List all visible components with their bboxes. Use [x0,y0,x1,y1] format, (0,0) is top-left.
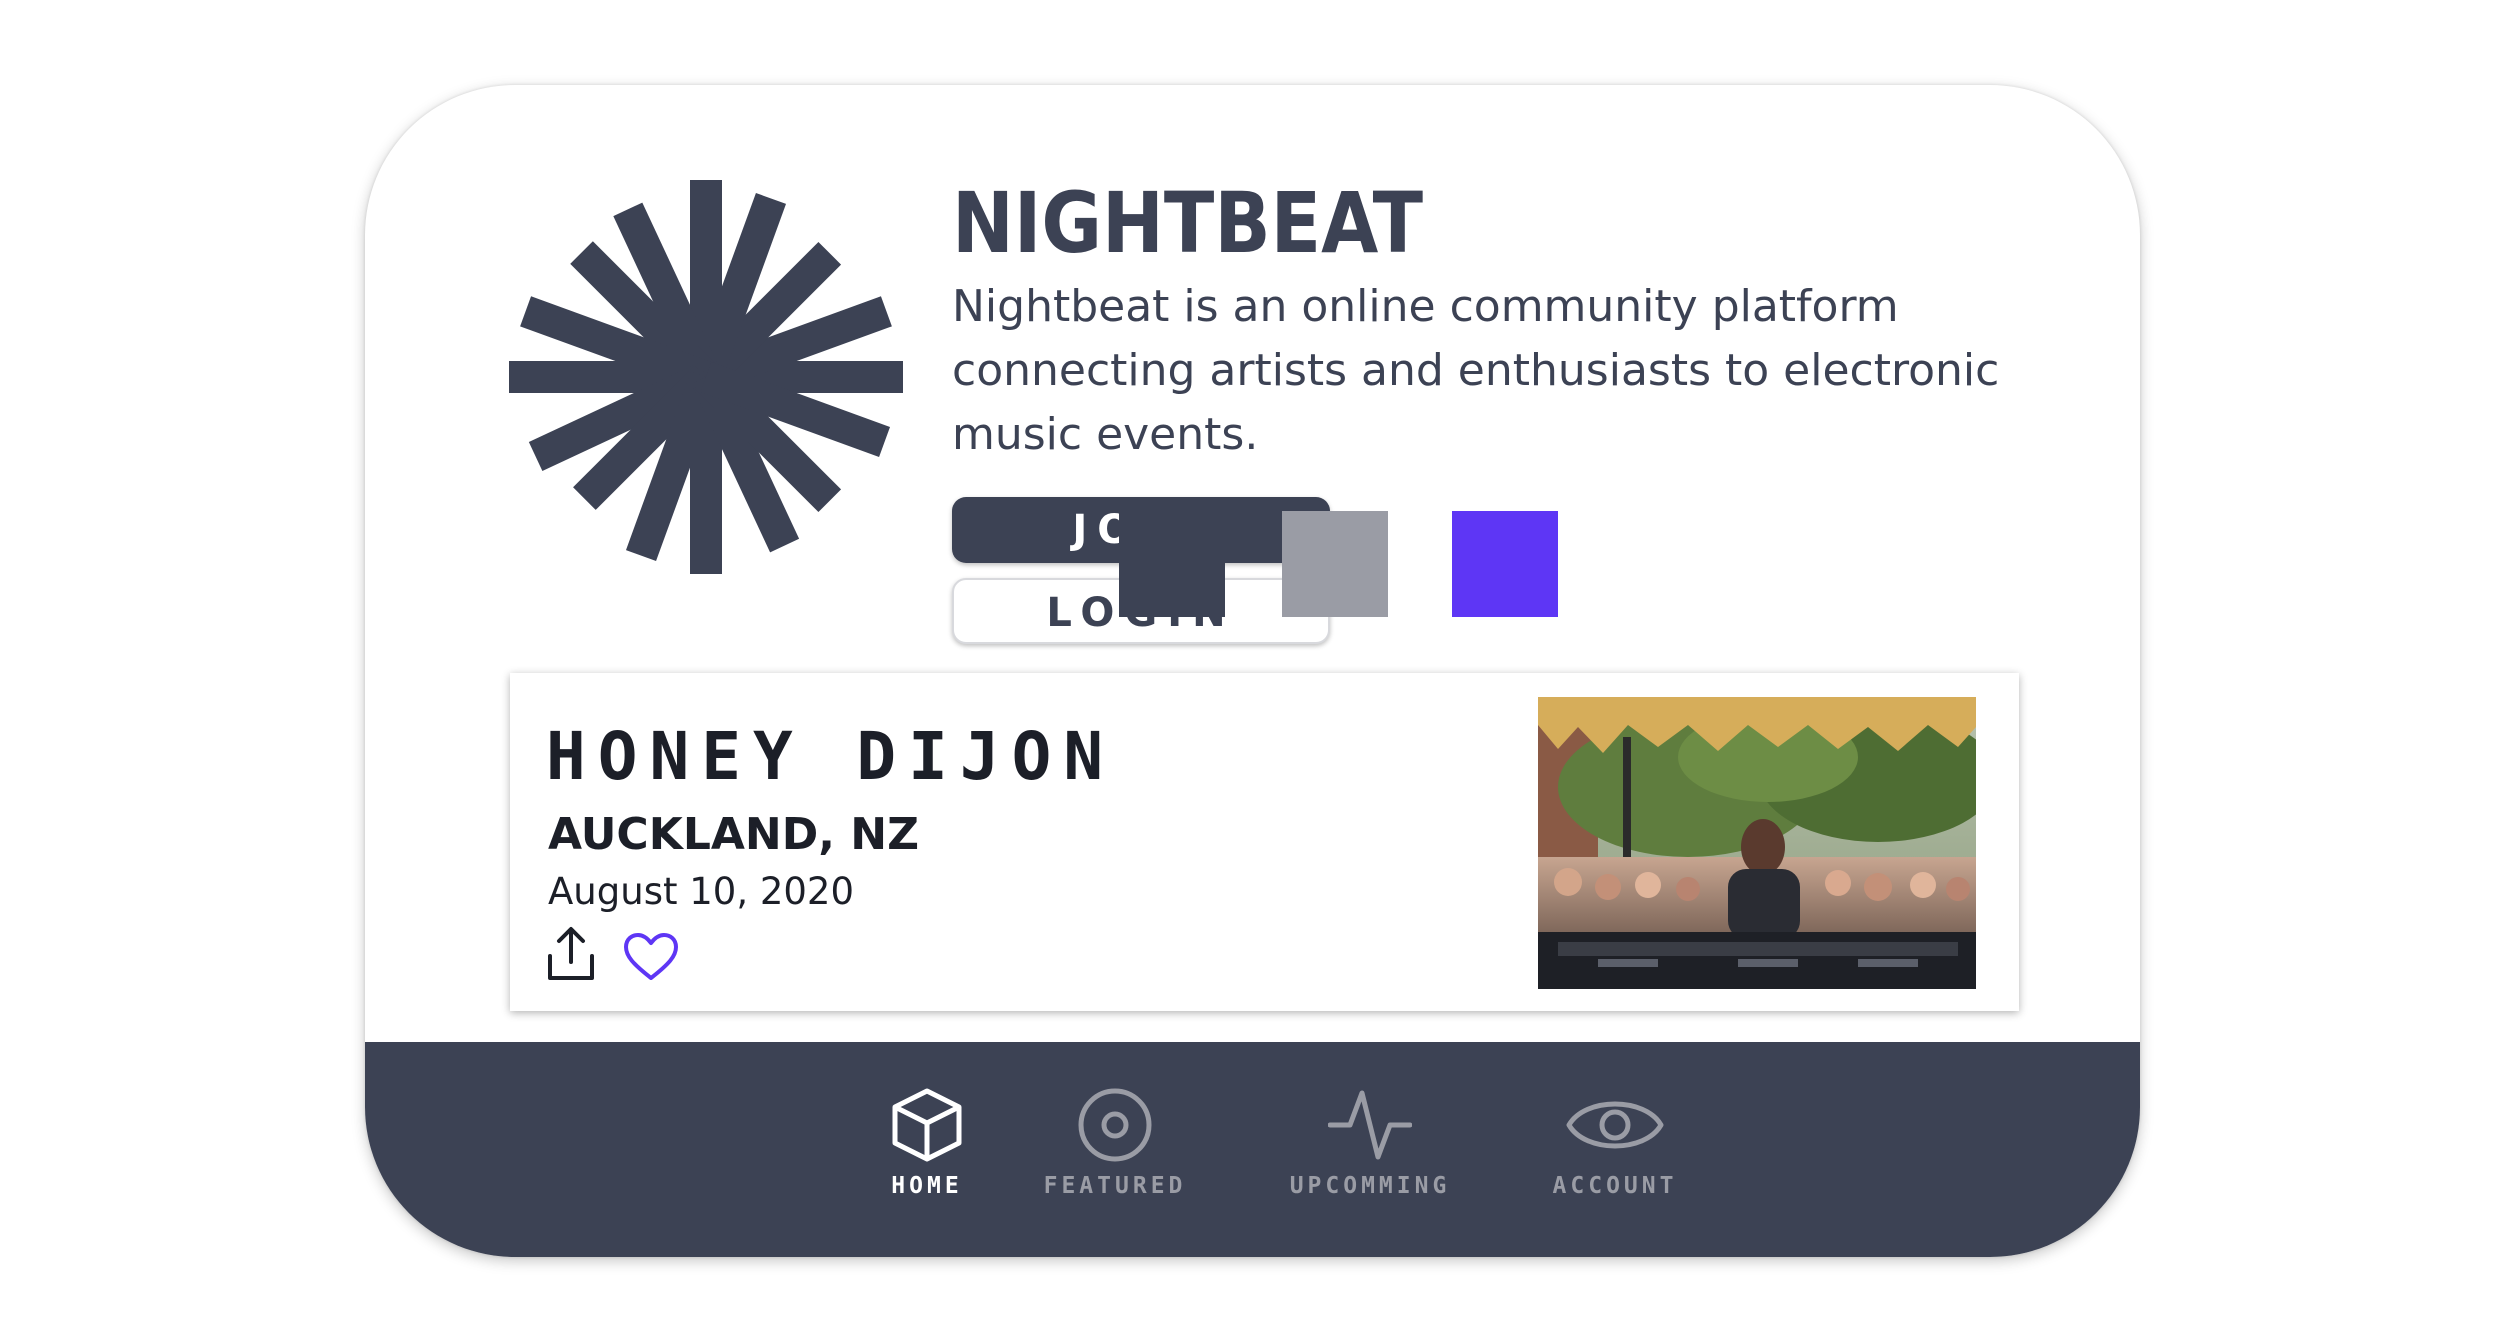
event-date: August 10, 2020 [548,870,855,913]
starburst-icon [509,180,903,574]
nav-label-home: HOME [891,1173,963,1199]
brand-title: NIGHTBEAT [952,174,1424,272]
nav-label-account: ACCOUNT [1552,1173,1678,1199]
bottom-nav: HOME FEATURED UPCOMMING ACCOUNT [365,1042,2140,1257]
brand-description: Nightbeat is an online community platfor… [952,281,2000,460]
nav-featured[interactable]: FEATURED [1005,1087,1225,1227]
cube-icon [892,1088,962,1162]
event-location: AUCKLAND, NZ [548,809,920,860]
event-card[interactable]: HONEY DIJON AUCKLAND, NZ August 10, 2020 [510,673,2019,1011]
nav-account[interactable]: ACCOUNT [1500,1087,1730,1227]
nav-upcoming[interactable]: UPCOMMING [1245,1087,1495,1227]
color-swatch-purple [1452,511,1558,617]
eye-icon [1566,1101,1664,1149]
nav-label-featured: FEATURED [1043,1173,1187,1199]
nav-home[interactable]: HOME [847,1087,1007,1227]
pulse-icon [1328,1090,1412,1160]
heart-icon[interactable] [623,932,679,982]
disc-icon [1078,1088,1152,1162]
event-photo [1538,697,1976,989]
color-swatch-dark [1119,511,1225,617]
share-icon[interactable] [546,926,596,982]
event-artist: HONEY DIJON [546,718,1116,795]
app-card: NIGHTBEAT Nightbeat is an online communi… [365,85,2140,1257]
nav-label-upcoming: UPCOMMING [1289,1173,1451,1199]
color-swatch-gray [1282,511,1388,617]
